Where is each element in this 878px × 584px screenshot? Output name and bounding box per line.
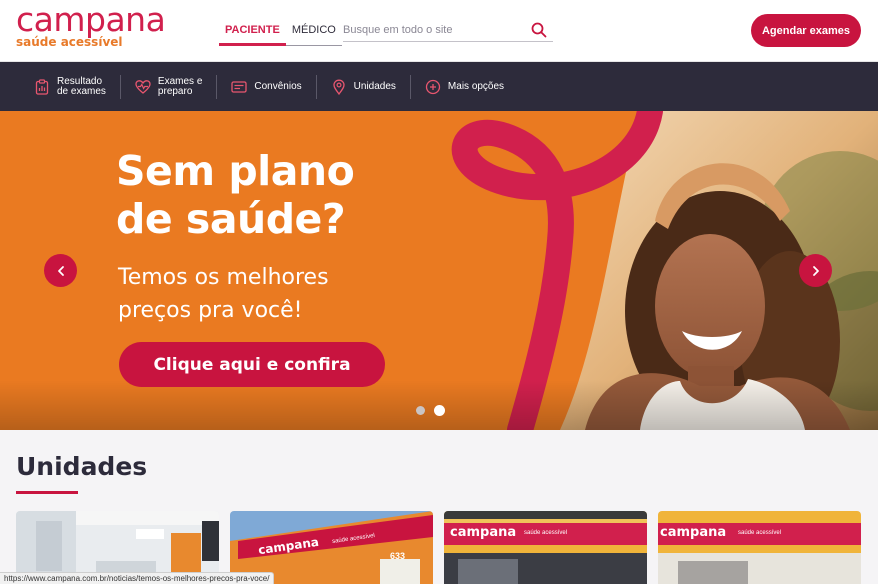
nav-label: Mais opções [447,80,505,92]
storefront-photo [658,511,861,584]
nav-label: Resultado de exames [57,75,106,97]
location-pin-icon [333,79,345,95]
nav-label: Convênios [254,80,302,92]
schedule-exams-button[interactable]: Agendar exames [751,14,861,47]
chevron-left-icon [57,265,64,276]
carousel-dot-active[interactable] [434,405,445,416]
search-input[interactable] [343,20,523,40]
page: campana saúde acessível PACIENTE MÉDICO … [0,0,878,584]
nav-item-resultado[interactable]: Resultado de exames [20,75,120,99]
unit-card[interactable]: campana saúde acessível [444,511,647,584]
site-search [343,20,553,42]
nav-label: Unidades [353,80,396,92]
plus-circle-icon [425,79,441,94]
storefront-sign-tagline: saúde acessível [738,530,782,536]
nav-item-mais-opcoes[interactable]: Mais opções [409,74,518,99]
storefront-sign: campana [660,525,727,540]
storefront-number: 633 [390,551,406,561]
nav-label: Exames e preparo [157,75,203,97]
main-nav: Resultado de exames Exames e preparo Con… [0,62,878,111]
unit-card[interactable]: campana saúde acessível [658,511,861,584]
nav-item-convenios[interactable]: Convênios [216,74,315,99]
chevron-right-icon [812,265,819,276]
carousel-prev-button[interactable] [44,254,77,287]
browser-status-url: https://www.campana.com.br/noticias/temo… [0,572,275,584]
card-icon [231,80,248,93]
section-title-unidades: Unidades [16,452,148,481]
audience-tabs: PACIENTE MÉDICO [219,22,342,46]
storefront-sign-tagline: saúde acessível [524,530,568,536]
nav-item-unidades[interactable]: Unidades [315,74,410,99]
campana-logo[interactable]: campana saúde acessível [16,0,166,49]
storefront-sign: campana [450,525,517,540]
heart-pulse-icon [135,79,151,94]
carousel-dots [416,405,445,416]
clipboard-chart-icon [35,78,49,95]
tab-medico[interactable]: MÉDICO [285,22,342,46]
hero-title: Sem plano de saúde? [116,147,355,243]
hero-banner[interactable]: Sem plano de saúde? Temos os melhores pr… [0,111,878,430]
carousel-next-button[interactable] [799,254,832,287]
site-header: campana saúde acessível PACIENTE MÉDICO … [0,0,878,62]
tab-paciente[interactable]: PACIENTE [219,22,286,46]
search-icon[interactable] [531,22,547,38]
hero-cta-button[interactable]: Clique aqui e confira [119,342,385,387]
storefront-photo [444,511,647,584]
logo-wordmark: campana [16,0,166,39]
section-underline [16,491,78,494]
nav-item-exames[interactable]: Exames e preparo [119,74,216,99]
hero-subtitle: Temos os melhores preços pra você! [118,265,329,323]
carousel-dot[interactable] [416,406,425,415]
